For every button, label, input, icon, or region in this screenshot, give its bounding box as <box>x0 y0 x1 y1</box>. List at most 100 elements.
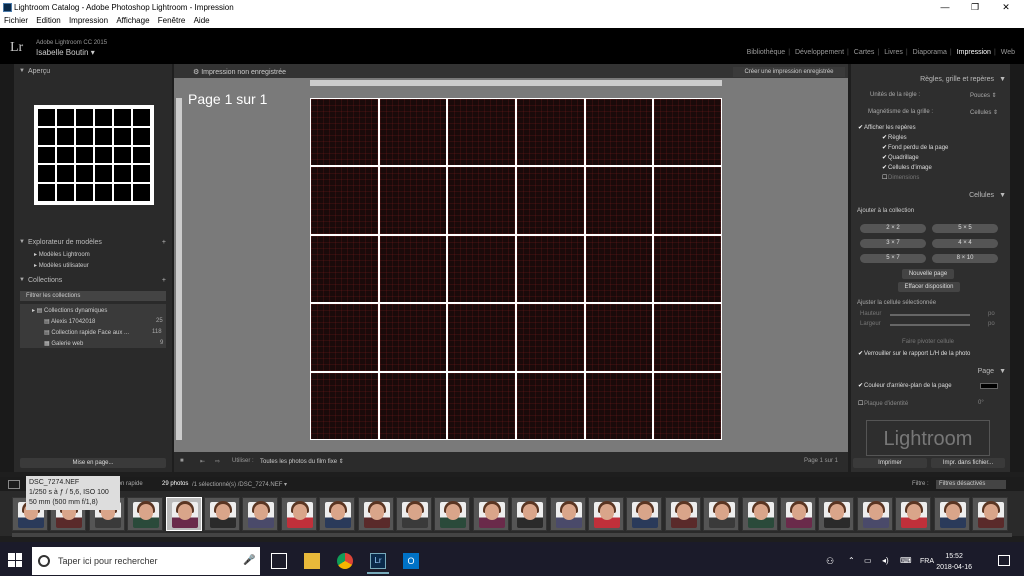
collapse-triangle-icon[interactable]: ▼ <box>19 275 25 286</box>
filmstrip-thumbnail[interactable] <box>319 497 356 531</box>
collapse-triangle-icon[interactable]: ▼ <box>999 74 1006 85</box>
filmstrip-thumbnail[interactable] <box>549 497 586 531</box>
maximize-button[interactable]: ❐ <box>965 2 985 13</box>
rulers-header[interactable]: Règles, grille et repères ▼ <box>851 74 1010 85</box>
image-cell[interactable] <box>448 167 515 234</box>
image-cell[interactable] <box>585 167 653 234</box>
network-icon[interactable]: ▭ <box>864 556 872 565</box>
guide-grid-checkbox[interactable]: ✔Quadrillage <box>882 154 919 161</box>
image-cell[interactable] <box>379 235 447 303</box>
image-cell[interactable] <box>379 99 447 166</box>
image-cell[interactable] <box>311 372 378 439</box>
add-template-icon[interactable]: + <box>162 237 166 248</box>
people-icon[interactable]: ⚇ <box>826 556 834 567</box>
user-name[interactable]: Isabelle Boutin ▾ <box>36 48 95 57</box>
menu-edition[interactable]: Edition <box>36 16 60 25</box>
next-page-icon[interactable]: ⇨ <box>215 458 220 465</box>
taskbar-search-input[interactable]: Taper ici pour rechercher <box>32 547 260 575</box>
close-button[interactable]: ✕ <box>996 2 1016 13</box>
page-header[interactable]: Page ▼ <box>851 366 1010 377</box>
guide-cells-checkbox[interactable]: ✔Cellules d'image <box>882 164 932 171</box>
collection-item[interactable]: ▦ Galerie web <box>44 340 83 347</box>
right-panel-edge[interactable] <box>1010 64 1024 472</box>
image-cell[interactable] <box>516 99 584 166</box>
cell-2x2-button[interactable]: 2 × 2 <box>860 224 926 233</box>
collapse-triangle-icon[interactable]: ▼ <box>19 66 25 77</box>
image-cell[interactable] <box>585 99 653 166</box>
filmstrip-thumbnail[interactable] <box>127 497 164 531</box>
page-setup-button[interactable]: Mise en page... <box>20 458 166 468</box>
height-slider[interactable] <box>890 314 970 316</box>
clear-layout-button[interactable]: Effacer disposition <box>898 282 960 292</box>
keyboard-icon[interactable]: ⌨ <box>900 556 912 565</box>
cell-4x4-button[interactable]: 4 × 4 <box>932 239 998 248</box>
module-livres[interactable]: Livres <box>884 49 903 56</box>
guide-rulers-checkbox[interactable]: ✔Règles <box>882 134 907 141</box>
filmstrip-thumbnail[interactable] <box>818 497 855 531</box>
chrome-icon[interactable] <box>337 553 353 569</box>
save-print-button[interactable]: Créer une impression enregistrée <box>733 67 845 77</box>
cell-3x7-button[interactable]: 3 × 7 <box>860 239 926 248</box>
filmstrip-thumbnail[interactable] <box>434 497 471 531</box>
ruler-units-select[interactable]: Pouces ⇕ <box>970 92 997 99</box>
menu-affichage[interactable]: Affichage <box>116 16 149 25</box>
collections-header[interactable]: ▼ Collections + <box>14 275 172 286</box>
square-cell-button[interactable]: Faire pivoter cellule <box>902 339 954 345</box>
collection-set-smart[interactable]: ▸ ▤ Collections dynamiques <box>32 307 107 314</box>
image-cell[interactable] <box>311 167 378 234</box>
module-web[interactable]: Web <box>1001 49 1015 56</box>
notifications-icon[interactable] <box>998 555 1010 566</box>
filmstrip-thumbnail[interactable] <box>703 497 740 531</box>
filmstrip-thumbnail[interactable] <box>780 497 816 531</box>
print-to-file-button[interactable]: Impr. dans fichier... <box>931 458 1005 468</box>
filmstrip-thumbnail[interactable] <box>472 497 509 531</box>
filmstrip-thumbnail[interactable] <box>357 497 394 531</box>
image-cell[interactable] <box>585 372 653 439</box>
windows-start-icon[interactable] <box>8 553 22 567</box>
image-cell[interactable] <box>379 304 447 371</box>
filmstrip-thumbnail[interactable] <box>626 497 663 531</box>
image-cell[interactable] <box>654 99 721 166</box>
filmstrip-thumbnail[interactable] <box>933 497 970 531</box>
menu-aide[interactable]: Aide <box>194 16 210 25</box>
image-cell[interactable] <box>448 235 515 303</box>
filmstrip-thumbnail[interactable] <box>280 497 317 531</box>
stop-icon[interactable]: ■ <box>180 458 184 464</box>
menu-impression[interactable]: Impression <box>69 16 108 25</box>
minimize-button[interactable]: — <box>935 2 955 12</box>
filmstrip-thumbnail[interactable] <box>511 497 548 531</box>
image-cell[interactable] <box>654 235 721 303</box>
grid-snap-select[interactable]: Cellules ⇕ <box>970 109 998 116</box>
taskbar-clock[interactable]: 15:52 2018-04-16 <box>936 551 972 573</box>
collapse-triangle-icon[interactable]: ▼ <box>999 366 1006 377</box>
image-cell[interactable] <box>379 167 447 234</box>
image-cell[interactable] <box>654 304 721 371</box>
preview-header[interactable]: ▼ Aperçu <box>14 66 172 77</box>
filmstrip-scrollbar[interactable] <box>12 533 1012 537</box>
templates-header[interactable]: ▼ Explorateur de modèles + <box>14 237 172 248</box>
file-explorer-icon[interactable] <box>304 553 320 569</box>
module-impression[interactable]: Impression <box>957 49 991 56</box>
volume-icon[interactable]: ◂) <box>882 556 889 565</box>
filmstrip-thumbnail[interactable] <box>664 497 701 531</box>
image-cell[interactable] <box>654 167 721 234</box>
chevron-up-icon[interactable]: ⌃ <box>848 556 855 565</box>
print-button[interactable]: Imprimer <box>853 458 927 468</box>
module-diaporama[interactable]: Diaporama <box>913 49 947 56</box>
image-cell[interactable] <box>311 235 378 303</box>
module-bibliotheque[interactable]: Bibliothèque <box>747 49 786 56</box>
collapse-triangle-icon[interactable]: ▼ <box>999 190 1006 201</box>
collection-item[interactable]: ▤ Collection rapide Face aux ... <box>44 329 129 336</box>
language-indicator[interactable]: FRA <box>920 558 934 565</box>
first-page-icon[interactable]: ⇤ <box>200 458 205 465</box>
guide-bleed-checkbox[interactable]: ✔Fond perdu de la page <box>882 144 948 151</box>
new-page-button[interactable]: Nouvelle page <box>902 269 954 279</box>
image-cell[interactable] <box>448 304 515 371</box>
image-cell[interactable] <box>516 304 584 371</box>
page-bg-color-checkbox[interactable]: ✔Couleur d'arrière-plan de la page <box>858 382 952 389</box>
image-cell[interactable] <box>379 372 447 439</box>
filmstrip-thumbnail[interactable] <box>165 497 202 531</box>
filmstrip-thumbnail[interactable] <box>856 497 893 531</box>
identity-plate-checkbox[interactable]: ☐Plaque d'identité <box>858 400 908 407</box>
module-developpement[interactable]: Développement <box>795 49 844 56</box>
